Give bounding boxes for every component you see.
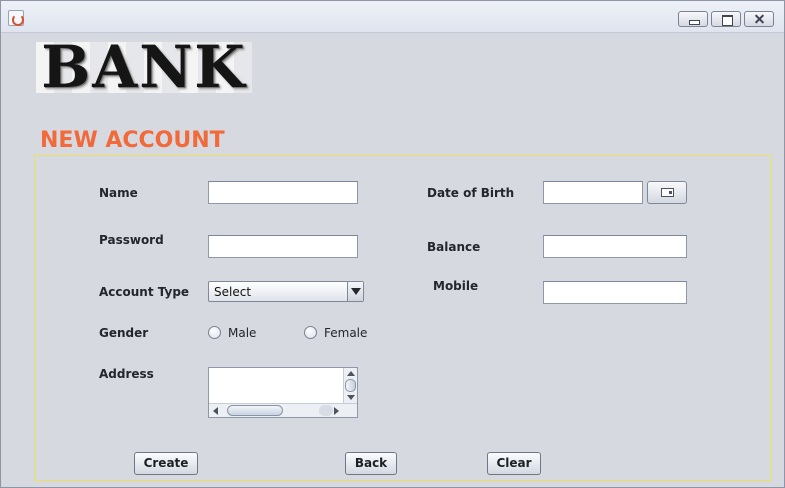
dob-label: Date of Birth (427, 186, 515, 200)
gender-female-label: Female (324, 326, 368, 340)
date-picker-button[interactable] (647, 181, 687, 204)
title-bar[interactable] (1, 1, 784, 33)
page-title: NEW ACCOUNT (40, 128, 225, 153)
chevron-down-icon (347, 282, 363, 301)
address-label: Address (99, 367, 154, 381)
mobile-label: Mobile (433, 279, 479, 293)
balance-field[interactable] (543, 235, 687, 258)
dob-field[interactable] (543, 181, 643, 204)
minimize-button[interactable] (678, 11, 708, 27)
clear-button[interactable]: Clear (487, 452, 541, 475)
application-window: BANK NEW ACCOUNT Name Password Account T… (0, 0, 785, 488)
java-cup-icon (8, 10, 24, 26)
address-horizontal-scrollbar[interactable] (209, 403, 357, 417)
back-button[interactable]: Back (345, 452, 397, 475)
gender-male-radio[interactable] (208, 326, 221, 339)
scroll-up-icon[interactable] (347, 371, 355, 376)
account-type-value: Select (214, 285, 252, 299)
scroll-down-icon[interactable] (347, 395, 355, 400)
name-field[interactable] (208, 181, 358, 204)
address-vertical-scrollbar[interactable] (343, 368, 357, 403)
gender-label: Gender (99, 326, 149, 340)
minimize-icon (679, 12, 707, 26)
calendar-icon (661, 188, 674, 197)
maximize-button[interactable] (711, 11, 741, 27)
gender-female-radio[interactable] (304, 326, 317, 339)
scroll-right-icon[interactable] (334, 407, 339, 415)
create-button[interactable]: Create (134, 452, 198, 475)
maximize-icon (712, 12, 740, 26)
scroll-left-icon[interactable] (213, 407, 218, 415)
scroll-track (319, 405, 333, 416)
horizontal-scroll-thumb[interactable] (227, 405, 283, 416)
balance-label: Balance (427, 240, 481, 254)
account-type-select[interactable]: Select (208, 281, 364, 302)
password-field[interactable] (208, 235, 358, 258)
password-label: Password (99, 233, 164, 247)
vertical-scroll-thumb[interactable] (345, 379, 356, 392)
address-textarea[interactable] (208, 367, 358, 418)
close-icon (745, 12, 773, 26)
name-label: Name (99, 186, 138, 200)
bank-logo-text: BANK (41, 42, 247, 93)
close-button[interactable] (744, 11, 774, 27)
gender-male-label: Male (228, 326, 257, 340)
bank-logo: BANK (36, 42, 252, 93)
account-type-label: Account Type (99, 285, 190, 299)
mobile-field[interactable] (543, 281, 687, 304)
